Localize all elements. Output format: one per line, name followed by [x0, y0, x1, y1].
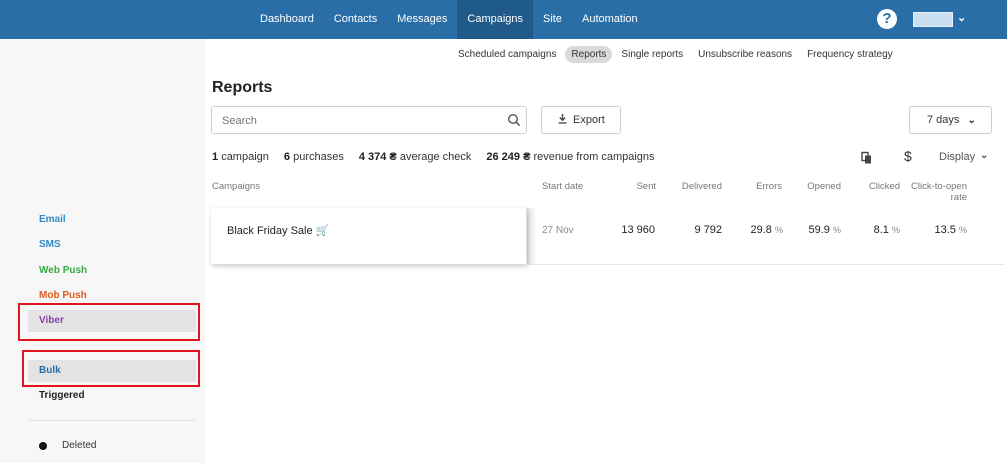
cell-click-to-open-rate: 13.5 %	[934, 224, 968, 236]
search-box[interactable]	[211, 106, 527, 134]
cell-clicked: 8.1 %	[873, 224, 900, 236]
search-icon[interactable]	[507, 113, 521, 127]
cell-opened: 59.9 %	[808, 224, 842, 236]
download-icon	[558, 114, 567, 124]
deleted-toggle-dot[interactable]	[39, 442, 47, 450]
subnav-scheduled-campaigns[interactable]: Scheduled campaigns	[452, 46, 562, 63]
col-header-campaigns[interactable]: Campaigns	[212, 181, 260, 192]
filter-triggered[interactable]: Triggered	[28, 385, 196, 407]
col-header-delivered[interactable]: Delivered	[672, 181, 722, 192]
highlight-viber	[18, 303, 200, 341]
main-nav: Dashboard Contacts Messages Campaigns Si…	[250, 0, 648, 39]
subnav-single-reports[interactable]: Single reports	[615, 46, 689, 63]
summary-revenue: 26 249 ₴ revenue from campaigns	[486, 151, 655, 163]
campaign-name-cell[interactable]: Black Friday Sale 🛒	[211, 208, 527, 264]
subnav-reports[interactable]: Reports	[565, 46, 613, 63]
help-icon[interactable]: ?	[877, 9, 897, 29]
col-header-click-to-open-rate[interactable]: Click-to-open rate	[905, 181, 967, 203]
page-title: Reports	[212, 79, 273, 96]
col-header-sent[interactable]: Sent	[612, 181, 656, 192]
filter-web-push[interactable]: Web Push	[28, 260, 196, 282]
summary-bar: 1 campaign 6 purchases 4 374 ₴ average c…	[212, 151, 670, 163]
cell-errors: 29.8 %	[750, 224, 784, 236]
currency-icon[interactable]: $	[904, 148, 912, 164]
table-row	[527, 208, 1005, 265]
nav-dashboard[interactable]: Dashboard	[250, 0, 324, 39]
col-header-start-date[interactable]: Start date	[542, 181, 583, 192]
top-navigation-bar: Dashboard Contacts Messages Campaigns Si…	[0, 0, 1007, 39]
campaigns-subnav: Scheduled campaigns Reports Single repor…	[452, 46, 902, 63]
nav-contacts[interactable]: Contacts	[324, 0, 387, 39]
chevron-down-icon: ⌄	[967, 115, 976, 126]
col-header-clicked[interactable]: Clicked	[856, 181, 900, 192]
sidebar-divider	[28, 420, 196, 421]
summary-campaigns: 1 campaign	[212, 151, 269, 163]
copy-icon[interactable]	[860, 151, 874, 165]
summary-average-check: 4 374 ₴ average check	[358, 151, 472, 163]
row-shadow	[527, 208, 537, 264]
filter-email[interactable]: Email	[28, 209, 196, 231]
chevron-down-icon[interactable]: ⌄	[980, 150, 988, 161]
nav-campaigns[interactable]: Campaigns	[457, 0, 534, 39]
campaign-name[interactable]: Black Friday Sale 🛒	[227, 224, 329, 237]
period-label: 7 days	[927, 114, 960, 126]
display-dropdown[interactable]: Display	[939, 151, 975, 163]
col-header-opened[interactable]: Opened	[796, 181, 841, 192]
export-button[interactable]: Export	[541, 106, 621, 134]
search-input[interactable]	[222, 113, 492, 129]
filter-sms[interactable]: SMS	[28, 234, 196, 256]
nav-automation[interactable]: Automation	[572, 0, 648, 39]
cell-start-date: 27 Nov	[542, 225, 574, 236]
col-header-errors[interactable]: Errors	[742, 181, 782, 192]
subnav-unsubscribe-reasons[interactable]: Unsubscribe reasons	[692, 46, 798, 63]
summary-purchases: 6 purchases	[283, 151, 344, 163]
export-label: Export	[573, 114, 605, 126]
cell-sent: 13 960	[621, 224, 655, 236]
subnav-frequency-strategy[interactable]: Frequency strategy	[801, 46, 899, 63]
highlight-bulk	[22, 350, 200, 387]
nav-site[interactable]: Site	[533, 0, 572, 39]
account-selector[interactable]	[913, 12, 953, 27]
nav-messages[interactable]: Messages	[387, 0, 457, 39]
chevron-down-icon[interactable]: ⌄	[957, 11, 966, 24]
deleted-label[interactable]: Deleted	[62, 440, 96, 451]
cell-delivered: 9 792	[694, 224, 722, 236]
period-dropdown[interactable]: 7 days ⌄	[909, 106, 992, 134]
